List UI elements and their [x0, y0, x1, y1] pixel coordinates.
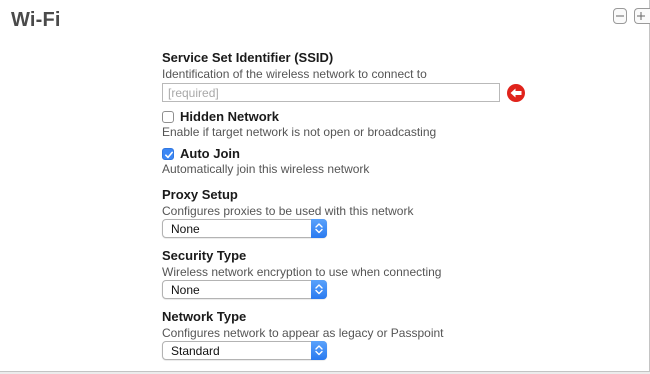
security-type-select[interactable]: None — [162, 280, 327, 299]
remove-payload-button[interactable] — [613, 8, 627, 24]
checkmark-icon — [165, 151, 173, 158]
network-type-label: Network Type — [162, 309, 247, 324]
select-stepper-icon — [311, 280, 327, 299]
hidden-network-label: Hidden Network — [180, 109, 279, 124]
page-title: Wi-Fi — [11, 9, 61, 31]
plus-icon — [637, 12, 645, 20]
network-type-value: Standard — [171, 343, 220, 358]
proxy-setup-select[interactable]: None — [162, 219, 327, 238]
minus-icon — [616, 15, 624, 17]
hidden-network-description: Enable if target network is not open or … — [162, 125, 437, 139]
wifi-settings-panel: Wi-Fi Service Set Identifier (SSID) Iden… — [0, 0, 650, 372]
security-type-label: Security Type — [162, 248, 247, 263]
hidden-network-checkbox[interactable] — [162, 110, 174, 123]
ssid-description: Identification of the wireless network t… — [162, 67, 427, 81]
hidden-network-row[interactable]: Hidden Network — [162, 109, 279, 124]
auto-join-row[interactable]: Auto Join — [162, 146, 240, 161]
add-payload-button[interactable] — [634, 8, 650, 24]
auto-join-label: Auto Join — [180, 146, 240, 161]
proxy-setup-description: Configures proxies to be used with this … — [162, 204, 414, 218]
ssid-label: Service Set Identifier (SSID) — [162, 50, 334, 65]
auto-join-checkbox[interactable] — [162, 147, 174, 160]
proxy-setup-label: Proxy Setup — [162, 187, 238, 202]
select-stepper-icon — [311, 341, 327, 360]
network-type-description: Configures network to appear as legacy o… — [162, 326, 444, 340]
ssid-input[interactable] — [162, 83, 500, 102]
error-arrow-icon — [507, 84, 525, 102]
security-type-value: None — [171, 282, 200, 297]
proxy-setup-value: None — [171, 221, 200, 236]
security-type-description: Wireless network encryption to use when … — [162, 265, 442, 279]
network-type-select[interactable]: Standard — [162, 341, 327, 360]
auto-join-description: Automatically join this wireless network — [162, 162, 370, 176]
select-stepper-icon — [311, 219, 327, 238]
